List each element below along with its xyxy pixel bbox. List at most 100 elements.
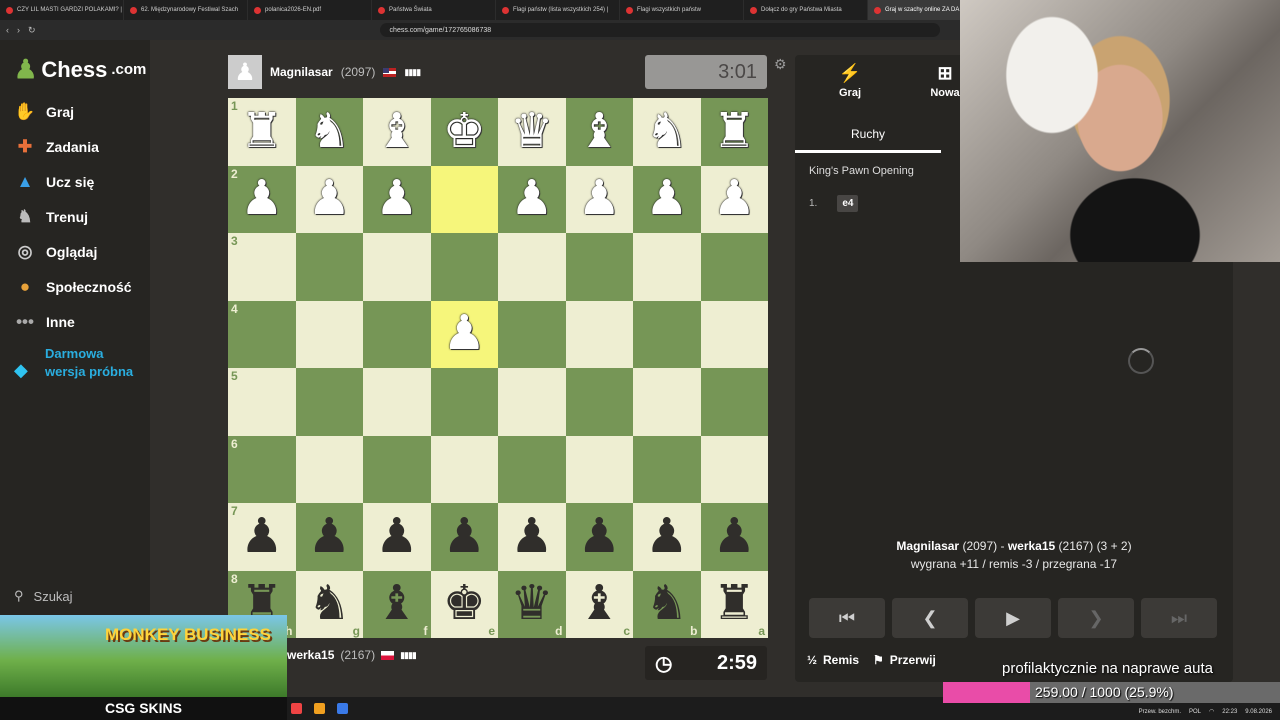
board-square[interactable] [363, 435, 431, 503]
board-square[interactable]: g ♞ [295, 570, 363, 638]
board-square[interactable]: c ♝ [565, 570, 633, 638]
tab-moves[interactable]: Ruchy [795, 117, 941, 153]
board-square[interactable] [430, 233, 498, 301]
board-square[interactable]: ♟ [700, 503, 768, 571]
board-square[interactable]: ♝ [565, 98, 633, 166]
sidebar-item-train[interactable]: ♞ Trenuj [14, 207, 88, 227]
chess-piece[interactable]: ♟ [240, 512, 283, 561]
board-square[interactable]: ♟ [363, 503, 431, 571]
board-square[interactable] [498, 233, 566, 301]
chess-piece[interactable]: ♟ [443, 512, 486, 561]
browser-tab[interactable]: polanica2026-EN.pdf [248, 0, 372, 20]
board-square[interactable] [700, 300, 768, 368]
chess-piece[interactable]: ♞ [645, 107, 688, 156]
browser-tab[interactable]: CZY LIL MASTI GARDZI POLAKAMI? | [0, 0, 124, 20]
board-square[interactable]: a ♜ [700, 570, 768, 638]
board-square[interactable] [363, 368, 431, 436]
chess-piece[interactable]: ♟ [713, 175, 756, 223]
board-square[interactable] [700, 435, 768, 503]
board-square[interactable] [565, 300, 633, 368]
app-icon[interactable] [337, 703, 348, 714]
move-e4[interactable]: e4 [837, 195, 859, 212]
board-square[interactable] [633, 435, 701, 503]
browser-tab[interactable]: Flagi państw (lista wszystkich 254) | [496, 0, 620, 20]
board-square[interactable]: ♟ [565, 503, 633, 571]
top-player-name[interactable]: Magnilasar [270, 65, 333, 79]
sidebar-item-more[interactable]: ••• Inne [14, 312, 75, 332]
board-square[interactable]: ♜ [700, 98, 768, 166]
board-square[interactable]: ♟ [633, 165, 701, 233]
board-square[interactable] [700, 233, 768, 301]
board-square[interactable] [498, 368, 566, 436]
chess-piece[interactable]: ♟ [240, 175, 283, 223]
chess-piece[interactable]: ♟ [510, 175, 553, 223]
browser-tab[interactable]: Dołącz do gry Państwa Miasta [744, 0, 868, 20]
app-icon[interactable] [314, 703, 325, 714]
board-square[interactable] [295, 300, 363, 368]
board-square[interactable]: ♚ [430, 98, 498, 166]
sidebar-search[interactable]: ⚲ Szukaj [14, 588, 73, 604]
board-square[interactable]: ♞ [633, 98, 701, 166]
first-move-button[interactable]: ⏮ [809, 598, 885, 638]
browser-app-icon[interactable] [291, 703, 302, 714]
board-square[interactable] [565, 435, 633, 503]
board-square[interactable]: ♟ [430, 300, 498, 368]
free-trial-link[interactable]: Darmowa wersja próbna [45, 345, 135, 381]
board-square[interactable]: ♟ [295, 165, 363, 233]
chess-piece[interactable]: ♚ [443, 580, 486, 628]
board-square[interactable]: ♟ [633, 503, 701, 571]
chess-piece[interactable]: ♟ [645, 512, 688, 561]
board-square[interactable]: 5 [228, 368, 296, 436]
chess-piece[interactable]: ♟ [308, 512, 351, 561]
board-square[interactable]: 3 [228, 233, 296, 301]
sidebar-item-learn[interactable]: ▲ Ucz się [14, 172, 95, 192]
board-square[interactable]: 4 [228, 300, 296, 368]
draw-button[interactable]: ½ Remis [807, 653, 859, 667]
browser-tab[interactable]: Graj w szachy online ZA DA [868, 0, 960, 20]
tab-play[interactable]: ⚡ Graj [815, 63, 885, 99]
next-move-button[interactable]: ❯ [1058, 598, 1134, 638]
chess-piece[interactable]: ♛ [510, 580, 553, 628]
board-square[interactable] [498, 435, 566, 503]
board-square[interactable] [633, 368, 701, 436]
previous-move-button[interactable]: ❮ [892, 598, 968, 638]
chess-piece[interactable]: ♝ [375, 580, 418, 628]
board-square[interactable] [295, 435, 363, 503]
board-square[interactable] [498, 300, 566, 368]
board-square[interactable]: ♞ [295, 98, 363, 166]
language-indicator[interactable]: POL [1189, 709, 1201, 715]
chess-piece[interactable]: ♟ [375, 512, 418, 561]
board-square[interactable]: d ♛ [498, 570, 566, 638]
chess-piece[interactable]: ♞ [645, 580, 688, 628]
chess-com-logo[interactable]: ♟ Chess .com [14, 54, 146, 85]
board-square[interactable]: 2 ♟ [228, 165, 296, 233]
chess-piece[interactable]: ♚ [443, 107, 486, 156]
board-square[interactable] [700, 368, 768, 436]
board-square[interactable]: b ♞ [633, 570, 701, 638]
chess-board[interactable]: 1 ♜ ♞ ♝ ♚ ♛ ♝ ♞ ♜ 2 ♟ ♟ ♟ ♟ ♟ ♟ ♟ 3 4 ♟ 5 6 7 ♟ ♟ ♟ ♟ ♟ ♟ ♟ ♟ 8 h ♜ g ♞ f ♝ e ♚… [228, 98, 768, 638]
avatar[interactable]: ♟ [228, 55, 262, 89]
board-square[interactable] [430, 435, 498, 503]
chess-piece[interactable]: ♟ [578, 175, 621, 223]
board-square[interactable]: ♛ [498, 98, 566, 166]
board-square[interactable] [295, 368, 363, 436]
bottom-player-name[interactable]: werka15 [287, 648, 334, 662]
board-square[interactable]: ♟ [498, 503, 566, 571]
chess-piece[interactable]: ♟ [645, 175, 688, 223]
chess-piece[interactable]: ♜ [240, 107, 283, 156]
chess-piece[interactable]: ♝ [375, 107, 418, 156]
board-square[interactable]: ♟ [295, 503, 363, 571]
board-square[interactable]: ♟ [363, 165, 431, 233]
board-square[interactable] [430, 165, 498, 233]
chess-piece[interactable]: ♞ [308, 107, 351, 156]
gear-icon[interactable]: ⚙ [774, 56, 787, 73]
board-square[interactable]: e ♚ [430, 570, 498, 638]
board-square[interactable]: f ♝ [363, 570, 431, 638]
board-square[interactable]: 6 [228, 435, 296, 503]
board-square[interactable]: 7 ♟ [228, 503, 296, 571]
board-square[interactable]: ♟ [565, 165, 633, 233]
board-square[interactable] [363, 300, 431, 368]
chess-piece[interactable]: ♟ [713, 512, 756, 561]
chess-piece[interactable]: ♟ [510, 512, 553, 561]
chess-piece[interactable]: ♟ [308, 175, 351, 223]
